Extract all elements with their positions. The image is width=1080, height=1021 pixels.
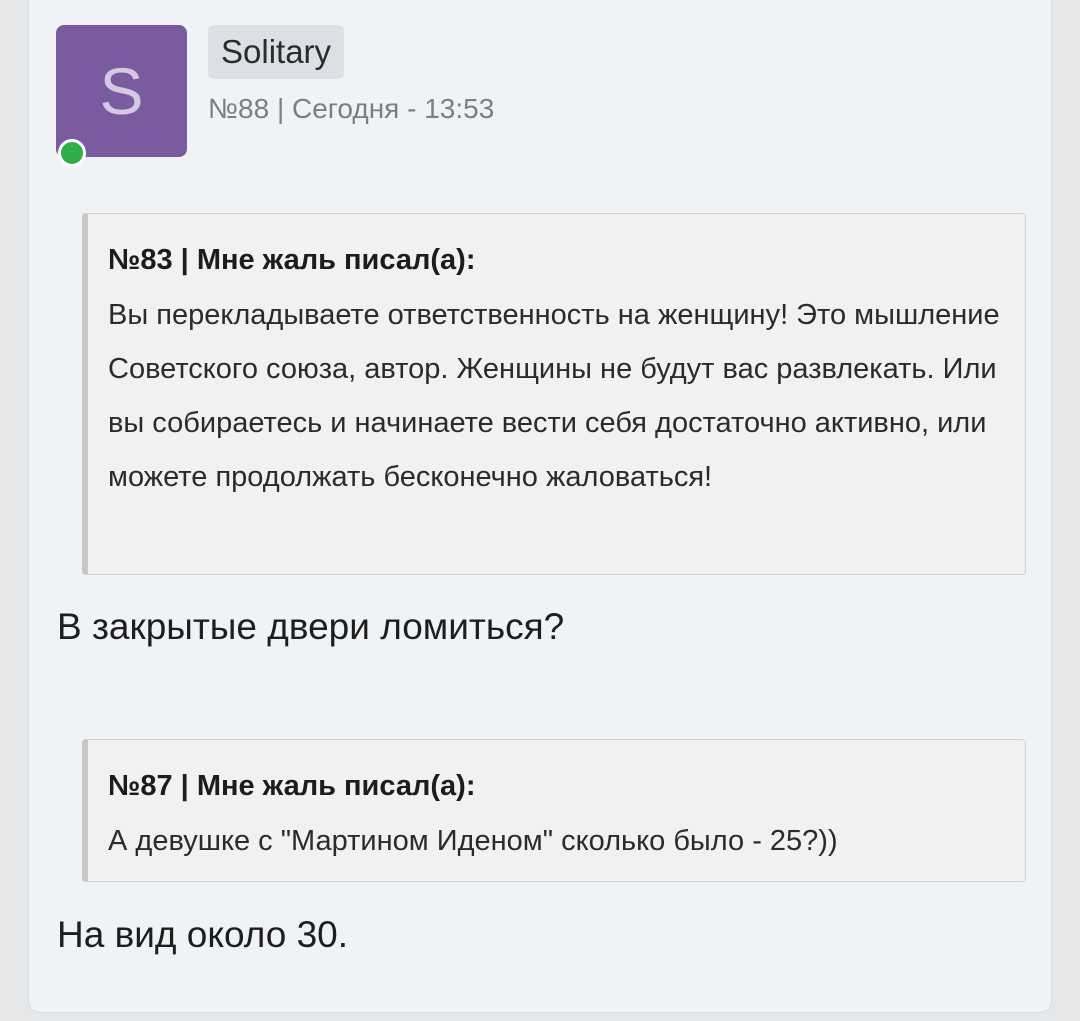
reply-text: В закрытые двери ломиться?	[57, 606, 565, 647]
forum-post: S Solitary №88 | Сегодня - 13:53 №83 | М…	[28, 0, 1052, 1013]
post-meta: №88 | Сегодня - 13:53	[208, 93, 495, 124]
avatar-letter: S	[99, 54, 144, 128]
quote-body: Вы перекладываете ответственность на жен…	[108, 299, 1000, 493]
quote-header: №83 | Мне жаль писал(а):	[108, 244, 476, 276]
avatar[interactable]: S	[56, 25, 187, 157]
quote-block: №83 | Мне жаль писал(а): Вы перекладывае…	[82, 213, 1026, 575]
quote-header: №87 | Мне жаль писал(а):	[108, 770, 476, 802]
reply-text: На вид около 30.	[57, 914, 349, 955]
quote-block: №87 | Мне жаль писал(а): А девушке с "Ма…	[82, 739, 1026, 882]
quote-body: А девушке с "Мартином Иденом" сколько бы…	[108, 825, 838, 857]
author-username[interactable]: Solitary	[208, 25, 345, 79]
online-status-indicator	[58, 139, 86, 167]
